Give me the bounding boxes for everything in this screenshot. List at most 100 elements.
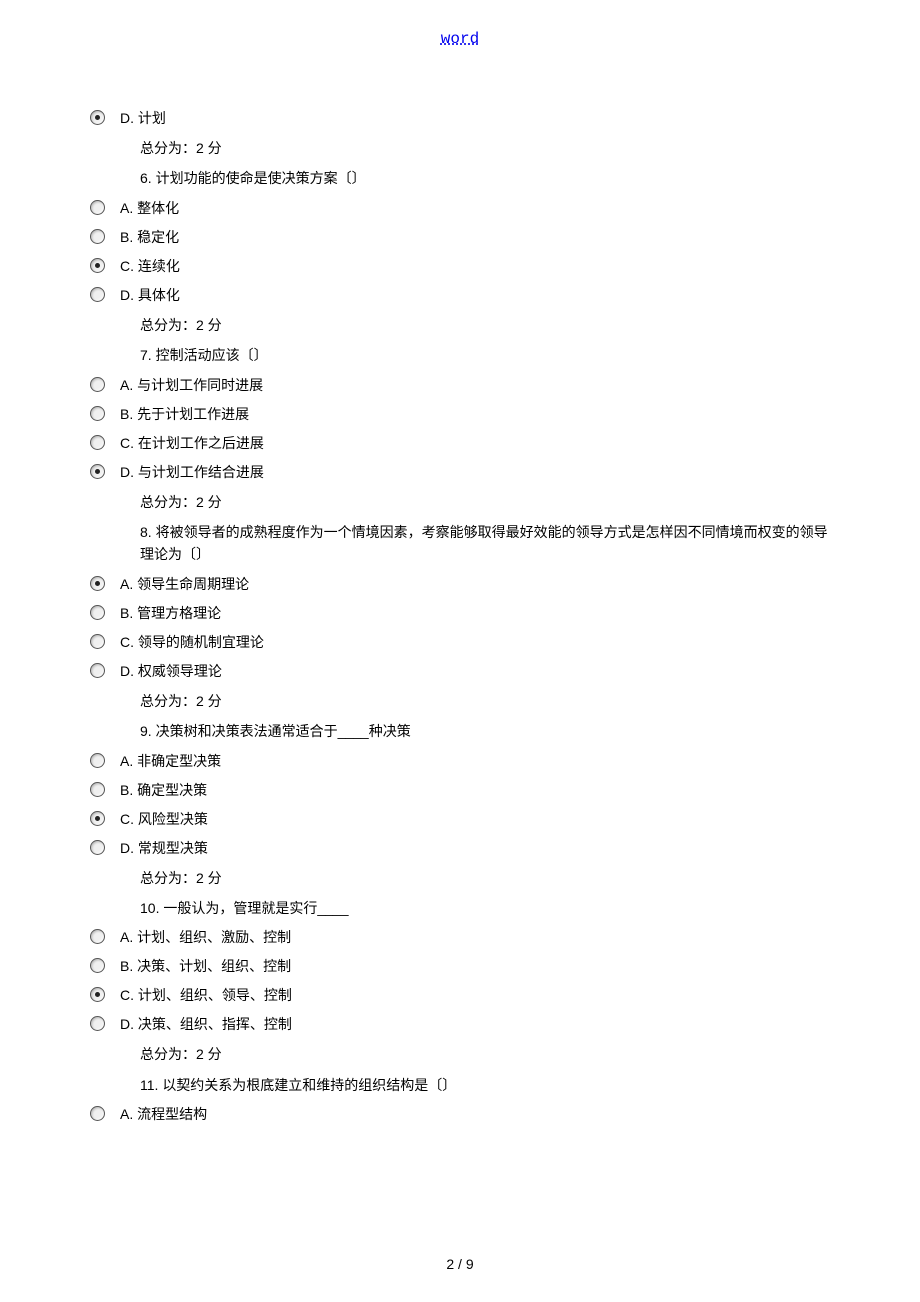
option-letter: D. [120, 663, 134, 679]
option-body: 计划 [134, 110, 166, 126]
radio-unselected-icon [90, 634, 105, 649]
radio-selected-icon [90, 576, 105, 591]
option-body: 计划、组织、激励、控制 [133, 929, 291, 945]
radio-unselected-icon [90, 406, 105, 421]
header-link-text[interactable]: word [441, 30, 479, 48]
score-line: 总分为：2 分 [140, 690, 830, 712]
radio-unselected-icon [90, 782, 105, 797]
radio-unselected-icon [90, 377, 105, 392]
option-letter: D. [120, 1016, 134, 1032]
option-text: B. 管理方格理论 [120, 603, 830, 624]
question-stem: 6. 计划功能的使命是使决策方案〔〕 [140, 167, 830, 189]
radio-button[interactable] [90, 433, 120, 450]
option-letter: D. [120, 110, 134, 126]
option-letter: A. [120, 200, 133, 216]
option-body: 领导生命周期理论 [133, 576, 249, 592]
option-letter: D. [120, 464, 134, 480]
option-text: B. 稳定化 [120, 227, 830, 248]
radio-unselected-icon [90, 840, 105, 855]
radio-button[interactable] [90, 375, 120, 392]
document-page: word D. 计划总分为：2 分 6. 计划功能的使命是使决策方案〔〕 A. 整体… [0, 0, 920, 1302]
option-letter: C. [120, 634, 134, 650]
radio-button[interactable] [90, 404, 120, 421]
radio-button[interactable] [90, 603, 120, 620]
radio-button[interactable] [90, 632, 120, 649]
option-row: C. 风险型决策 [90, 809, 830, 830]
option-body: 决策、组织、指挥、控制 [134, 1016, 292, 1032]
option-body: 计划、组织、领导、控制 [134, 987, 292, 1003]
radio-button[interactable] [90, 780, 120, 797]
option-row: C. 计划、组织、领导、控制 [90, 985, 830, 1006]
option-text: A. 整体化 [120, 198, 830, 219]
option-body: 风险型决策 [134, 811, 208, 827]
option-row: A. 领导生命周期理论 [90, 574, 830, 595]
option-row: B. 决策、计划、组织、控制 [90, 956, 830, 977]
radio-dot-icon [95, 816, 100, 821]
option-row: A. 整体化 [90, 198, 830, 219]
radio-unselected-icon [90, 287, 105, 302]
option-body: 整体化 [133, 200, 179, 216]
radio-button[interactable] [90, 108, 120, 125]
option-row: A. 与计划工作同时进展 [90, 375, 830, 396]
option-body: 连续化 [134, 258, 180, 274]
option-body: 权威领导理论 [134, 663, 222, 679]
radio-button[interactable] [90, 985, 120, 1002]
radio-dot-icon [95, 263, 100, 268]
score-line: 总分为：2 分 [140, 1043, 830, 1065]
question-stem: 9. 决策树和决策表法通常适合于____种决策 [140, 720, 830, 742]
option-body: 常规型决策 [134, 840, 208, 856]
option-text: D. 具体化 [120, 285, 830, 306]
questions-container: D. 计划总分为：2 分 6. 计划功能的使命是使决策方案〔〕 A. 整体化 B. 稳… [90, 108, 830, 1125]
option-letter: C. [120, 435, 134, 451]
option-row: A. 计划、组织、激励、控制 [90, 927, 830, 948]
option-text: D. 常规型决策 [120, 838, 830, 859]
option-letter: A. [120, 929, 133, 945]
option-text: C. 在计划工作之后进展 [120, 433, 830, 454]
option-letter: B. [120, 782, 133, 798]
option-text: B. 确定型决策 [120, 780, 830, 801]
radio-button[interactable] [90, 462, 120, 479]
option-row: D. 常规型决策 [90, 838, 830, 859]
option-letter: B. [120, 958, 133, 974]
radio-button[interactable] [90, 227, 120, 244]
option-body: 与计划工作结合进展 [134, 464, 264, 480]
radio-button[interactable] [90, 661, 120, 678]
option-text: C. 领导的随机制宜理论 [120, 632, 830, 653]
radio-selected-icon [90, 258, 105, 273]
radio-button[interactable] [90, 809, 120, 826]
radio-button[interactable] [90, 751, 120, 768]
radio-button[interactable] [90, 956, 120, 973]
score-line: 总分为：2 分 [140, 867, 830, 889]
option-body: 在计划工作之后进展 [134, 435, 264, 451]
option-row: D. 与计划工作结合进展 [90, 462, 830, 483]
radio-button[interactable] [90, 198, 120, 215]
header-link: word [90, 30, 830, 48]
radio-button[interactable] [90, 927, 120, 944]
option-row: B. 确定型决策 [90, 780, 830, 801]
score-line: 总分为：2 分 [140, 137, 830, 159]
radio-unselected-icon [90, 435, 105, 450]
score-line: 总分为：2 分 [140, 491, 830, 513]
option-body: 稳定化 [133, 229, 179, 245]
radio-button[interactable] [90, 1014, 120, 1031]
option-letter: A. [120, 576, 133, 592]
radio-button[interactable] [90, 574, 120, 591]
option-letter: A. [120, 377, 133, 393]
radio-selected-icon [90, 811, 105, 826]
question-stem: 11. 以契约关系为根底建立和维持的组织结构是〔〕 [140, 1074, 830, 1096]
option-row: C. 连续化 [90, 256, 830, 277]
option-row: C. 在计划工作之后进展 [90, 433, 830, 454]
option-text: A. 与计划工作同时进展 [120, 375, 830, 396]
option-body: 确定型决策 [133, 782, 207, 798]
option-row: C. 领导的随机制宜理论 [90, 632, 830, 653]
option-row: B. 先于计划工作进展 [90, 404, 830, 425]
option-text: D. 与计划工作结合进展 [120, 462, 830, 483]
radio-button[interactable] [90, 838, 120, 855]
option-row: B. 管理方格理论 [90, 603, 830, 624]
option-letter: B. [120, 605, 133, 621]
radio-button[interactable] [90, 256, 120, 273]
option-row: D. 权威领导理论 [90, 661, 830, 682]
radio-button[interactable] [90, 285, 120, 302]
option-text: D. 计划 [120, 108, 830, 129]
radio-button[interactable] [90, 1104, 120, 1121]
